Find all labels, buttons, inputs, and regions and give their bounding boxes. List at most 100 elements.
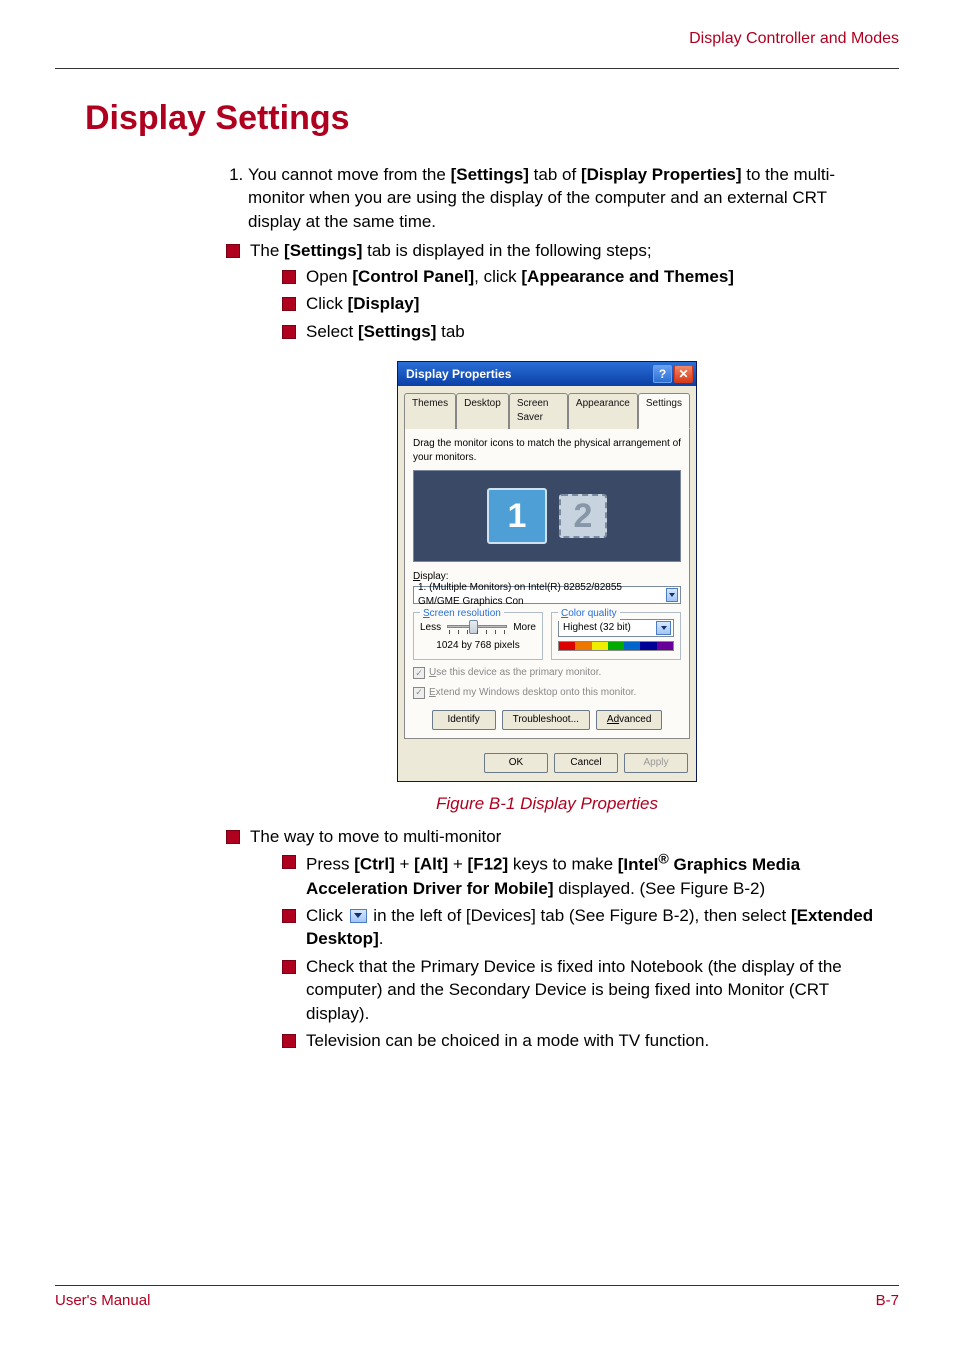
slider-ticks	[447, 630, 507, 634]
bold: [Ctrl]	[354, 855, 395, 874]
screen-resolution-group: Screen resolution Less More 1024	[413, 612, 543, 660]
chk-extend-row: ✓ Extend my Windows desktop onto this mo…	[413, 686, 681, 700]
two-column: Screen resolution Less More 1024	[413, 612, 681, 660]
dropdown-arrow-icon	[350, 909, 367, 923]
text: Click	[306, 294, 348, 313]
chk-primary-row: ✓ Use this device as the primary monitor…	[413, 666, 681, 680]
bold: [Alt]	[414, 855, 448, 874]
monitor-2-icon[interactable]: 2	[559, 494, 607, 538]
ol-item-1: You cannot move from the [Settings] tab …	[248, 163, 874, 233]
text: Open	[306, 267, 352, 286]
text: Press	[306, 855, 354, 874]
sq-sub-item: Click [Display]	[278, 292, 874, 315]
figure-wrap: Display Properties ? ✕ Themes Desktop Sc…	[220, 361, 874, 815]
tab-bar: Themes Desktop Screen Saver Appearance S…	[398, 386, 696, 428]
footer-left: User's Manual	[55, 1292, 150, 1309]
square-list-2: Open [Control Panel], click [Appearance …	[250, 265, 874, 343]
resolution-value: 1024 by 768 pixels	[420, 639, 536, 653]
monitor-arrangement-area[interactable]: 1 2	[413, 470, 681, 562]
page-heading: Display Settings	[85, 99, 899, 138]
resolution-slider[interactable]	[447, 621, 507, 635]
dialog-title: Display Properties	[406, 366, 511, 383]
ok-button[interactable]: OK	[484, 753, 548, 773]
tab-content: Drag the monitor icons to match the phys…	[404, 428, 690, 739]
text: +	[395, 855, 414, 874]
display-select[interactable]: 1. (Multiple Monitors) on Intel(R) 82852…	[413, 586, 681, 604]
advanced-label-rest: vanced	[619, 713, 651, 727]
square-list-1: The [Settings] tab is displayed in the f…	[220, 239, 874, 343]
advanced-button[interactable]: Advanced	[596, 710, 662, 730]
sq-sub-item: Click in the left of [Devices] tab (See …	[278, 904, 874, 951]
footer-right: B-7	[876, 1292, 899, 1309]
screen-resolution-legend: Screen resolution	[420, 607, 504, 621]
bold: [Display]	[348, 294, 420, 313]
chk-primary-label: Use this device as the primary monitor.	[429, 666, 601, 680]
cancel-button[interactable]: Cancel	[554, 753, 618, 773]
bold: [Control Panel]	[352, 267, 474, 286]
footer-row: User's Manual B-7	[55, 1292, 899, 1309]
body-content: You cannot move from the [Settings] tab …	[220, 163, 874, 1053]
text: Click	[306, 906, 348, 925]
resolution-slider-row: Less More	[420, 621, 536, 635]
apply-button: Apply	[624, 753, 688, 773]
square-list-1b: The way to move to multi-monitor Press […	[220, 825, 874, 1053]
display-select-value: 1. (Multiple Monitors) on Intel(R) 82852…	[418, 581, 666, 609]
color-quality-value: Highest (32 bit)	[563, 621, 631, 635]
text: tab of	[529, 165, 581, 184]
text: , click	[474, 267, 521, 286]
chevron-down-icon[interactable]	[656, 621, 671, 635]
footer-rule	[55, 1285, 899, 1286]
text: You cannot move from the	[248, 165, 451, 184]
instruction-text: Drag the monitor icons to match the phys…	[413, 437, 681, 465]
text: Television can be choiced in a mode with…	[306, 1031, 709, 1050]
sq-item: The way to move to multi-monitor Press […	[222, 825, 874, 1053]
close-button[interactable]: ✕	[674, 365, 693, 383]
checkbox-extend: ✓	[413, 687, 425, 699]
header-section-title: Display Controller and Modes	[55, 30, 899, 48]
display-properties-dialog: Display Properties ? ✕ Themes Desktop Sc…	[397, 361, 697, 781]
sq-sub-item: Television can be choiced in a mode with…	[278, 1029, 874, 1052]
chevron-down-icon[interactable]	[666, 588, 678, 602]
tab-appearance[interactable]: Appearance	[568, 393, 638, 429]
help-button[interactable]: ?	[653, 365, 672, 383]
tab-themes[interactable]: Themes	[404, 393, 456, 429]
text: displayed. (See Figure B-2)	[554, 879, 766, 898]
troubleshoot-button[interactable]: Troubleshoot...	[502, 710, 590, 730]
bold: [Appearance and Themes]	[521, 267, 734, 286]
bold: [Display Properties]	[581, 165, 742, 184]
bold: [Settings]	[284, 241, 362, 260]
monitor-1-icon[interactable]: 1	[487, 488, 547, 544]
ordered-list: You cannot move from the [Settings] tab …	[220, 163, 874, 233]
tab-settings[interactable]: Settings	[638, 393, 690, 429]
sq-sub-item: Check that the Primary Device is fixed i…	[278, 955, 874, 1025]
color-quality-select[interactable]: Highest (32 bit)	[558, 619, 674, 637]
sq-sub-item: Select [Settings] tab	[278, 320, 874, 343]
bold: [Settings]	[358, 322, 436, 341]
tab-desktop[interactable]: Desktop	[456, 393, 509, 429]
identify-button[interactable]: Identify	[432, 710, 496, 730]
text: keys to make	[508, 855, 618, 874]
figure-caption: Figure B-1 Display Properties	[436, 792, 658, 815]
bold: [F12]	[468, 855, 509, 874]
page: Display Controller and Modes Display Set…	[0, 0, 954, 1349]
registered-symbol: ®	[658, 851, 668, 867]
text: in the left of [Devices] tab (See Figure…	[369, 906, 791, 925]
text: .	[379, 929, 384, 948]
text: +	[448, 855, 467, 874]
color-strip	[558, 641, 674, 651]
page-footer: User's Manual B-7	[55, 1285, 899, 1309]
dialog-button-row: OK Cancel Apply	[398, 745, 696, 781]
text: The	[250, 241, 284, 260]
text: Select	[306, 322, 358, 341]
color-quality-legend: Color quality	[558, 607, 620, 621]
bold: [Settings]	[451, 165, 529, 184]
square-list-2b: Press [Ctrl] + [Alt] + [F12] keys to mak…	[250, 850, 874, 1052]
text: Check that the Primary Device is fixed i…	[306, 957, 842, 1023]
sq-item: The [Settings] tab is displayed in the f…	[222, 239, 874, 343]
checkbox-primary: ✓	[413, 667, 425, 679]
text: tab	[436, 322, 464, 341]
text: tab is displayed in the following steps;	[362, 241, 651, 260]
tab-screensaver[interactable]: Screen Saver	[509, 393, 568, 429]
text: The way to move to multi-monitor	[250, 827, 501, 846]
dialog-titlebar[interactable]: Display Properties ? ✕	[398, 362, 696, 386]
